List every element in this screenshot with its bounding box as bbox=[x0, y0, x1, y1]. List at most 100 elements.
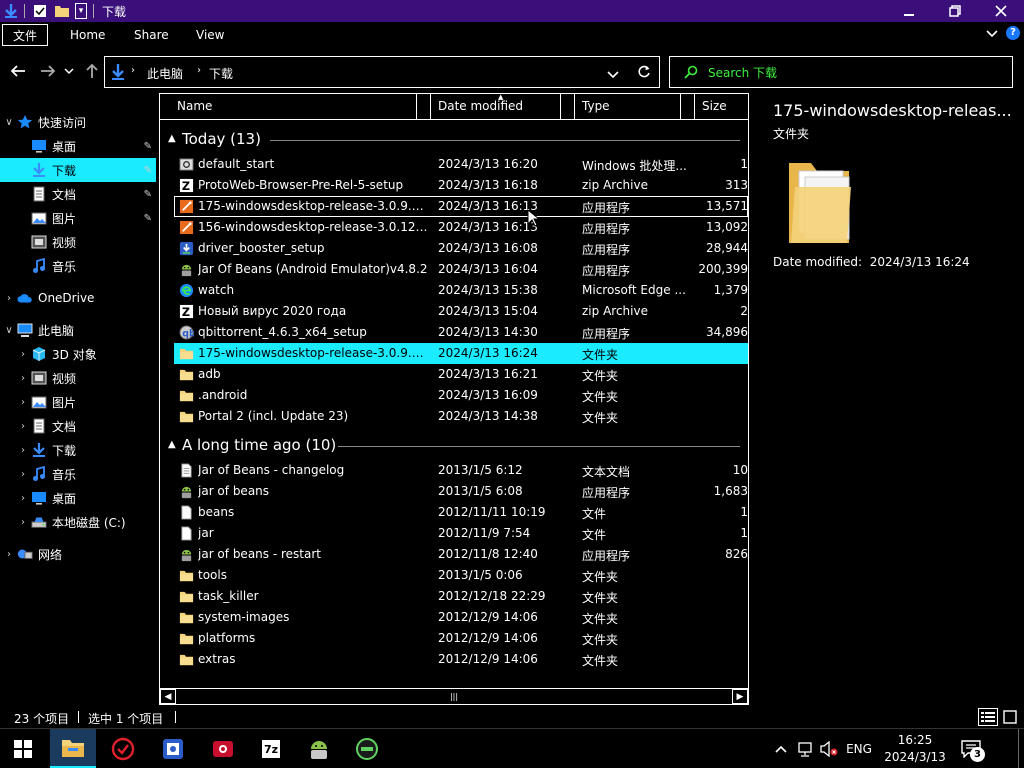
collapsed-chevron-icon[interactable]: › bbox=[16, 397, 30, 408]
file-row[interactable]: watch 2024/3/13 15:38 Microsoft Edge ... 1,… bbox=[174, 280, 748, 301]
show-hidden-icons-icon[interactable] bbox=[770, 729, 792, 768]
search-box[interactable] bbox=[669, 56, 1013, 88]
collapsed-chevron-icon[interactable]: › bbox=[16, 421, 30, 432]
tab-home[interactable]: Home bbox=[58, 24, 117, 46]
nav-quick-5[interactable]: 音乐 bbox=[0, 254, 156, 278]
nav-quick-0[interactable]: 桌面 ✎ bbox=[0, 134, 156, 158]
file-explorer-taskbar-icon[interactable] bbox=[50, 729, 96, 768]
expanded-chevron-icon[interactable]: ∨ bbox=[2, 325, 16, 336]
collapsed-chevron-icon[interactable]: › bbox=[16, 445, 30, 456]
collapsed-chevron-icon[interactable]: › bbox=[2, 293, 16, 304]
security-app-taskbar-icon[interactable] bbox=[100, 729, 146, 768]
nav-pc-0[interactable]: › 3D 对象 bbox=[0, 342, 156, 366]
maximize-button[interactable] bbox=[932, 0, 978, 22]
customize-toolbar-icon[interactable]: ▾ bbox=[75, 3, 87, 19]
group-collapse-icon[interactable]: ▲ bbox=[168, 133, 176, 144]
close-button[interactable] bbox=[978, 0, 1024, 22]
nav-pc-1[interactable]: › 视频 bbox=[0, 366, 156, 390]
7zip-taskbar-icon[interactable]: 7z bbox=[248, 729, 294, 768]
search-input[interactable] bbox=[708, 63, 988, 83]
new-folder-icon[interactable] bbox=[53, 2, 71, 20]
group-header[interactable]: ▲ Today (13) bbox=[160, 128, 748, 152]
nav-quick-2[interactable]: 文档 ✎ bbox=[0, 182, 156, 206]
collapsed-chevron-icon[interactable]: › bbox=[16, 349, 30, 360]
column-size[interactable]: Size bbox=[702, 99, 727, 113]
back-button[interactable] bbox=[8, 61, 28, 81]
scrollbar-thumb[interactable]: ||| bbox=[178, 691, 730, 702]
file-row[interactable]: system-images 2012/12/9 14:06 文件夹 bbox=[174, 607, 748, 628]
file-row[interactable]: jar 2012/11/9 7:54 文件 1 bbox=[174, 523, 748, 544]
nav-quick-access[interactable]: ∨ 快速访问 bbox=[0, 110, 156, 134]
tab-file[interactable]: 文件 bbox=[2, 24, 49, 46]
network-icon[interactable] bbox=[794, 729, 816, 768]
file-row[interactable]: driver_booster_setup 2024/3/13 16:08 应用程序 2… bbox=[174, 238, 748, 259]
show-desktop-button[interactable] bbox=[1018, 729, 1024, 768]
collapsed-chevron-icon[interactable]: › bbox=[16, 469, 30, 480]
nav-pc-7[interactable]: › 本地磁盘 (C:) bbox=[0, 510, 156, 534]
collapsed-chevron-icon[interactable]: › bbox=[16, 493, 30, 504]
nav-pc-4[interactable]: › 下载 bbox=[0, 438, 156, 462]
recent-locations-button[interactable] bbox=[62, 61, 76, 81]
file-row[interactable]: jar of beans - restart 2012/11/8 12:40 应用程… bbox=[174, 544, 748, 565]
horizontal-scrollbar[interactable]: ◀ ||| ▶ bbox=[160, 688, 748, 704]
file-row[interactable]: default_start 2024/3/13 16:20 Windows 批处理.… bbox=[174, 154, 748, 175]
column-type[interactable]: Type bbox=[582, 99, 610, 113]
minimize-button[interactable] bbox=[886, 0, 932, 22]
nav-onedrive[interactable]: › OneDrive bbox=[0, 286, 156, 310]
nav-pc-3[interactable]: › 文档 bbox=[0, 414, 156, 438]
nav-quick-1[interactable]: 下载 ✎ bbox=[0, 158, 156, 182]
address-bar[interactable]: › 此电脑 › 下载 bbox=[104, 56, 660, 88]
collapsed-chevron-icon[interactable]: › bbox=[16, 373, 30, 384]
file-row[interactable]: jar of beans 2013/1/5 6:08 应用程序 1,683 bbox=[174, 481, 748, 502]
ribbon-expand-icon[interactable] bbox=[986, 28, 998, 42]
file-row[interactable]: Z ProtoWeb-Browser-Pre-Rel-5-setup 2024/3/… bbox=[174, 175, 748, 196]
file-row[interactable]: 175-windowsdesktop-release-3.0.9.0... 202… bbox=[174, 196, 748, 217]
file-row[interactable]: tools 2013/1/5 0:06 文件夹 bbox=[174, 565, 748, 586]
group-collapse-icon[interactable]: ▲ bbox=[168, 439, 176, 450]
nav-this-pc[interactable]: ∨ 此电脑 bbox=[0, 318, 156, 342]
file-row[interactable]: Portal 2 (incl. Update 23) 2024/3/13 14:3… bbox=[174, 406, 748, 427]
file-row[interactable]: adb 2024/3/13 16:21 文件夹 bbox=[174, 364, 748, 385]
large-icons-view-icon[interactable] bbox=[1000, 708, 1020, 726]
column-date-modified[interactable]: Date modified bbox=[438, 99, 523, 113]
breadcrumb-this-pc[interactable]: 此电脑 bbox=[147, 65, 183, 82]
screen-recorder-taskbar-icon[interactable] bbox=[200, 729, 246, 768]
collapsed-chevron-icon[interactable]: › bbox=[16, 517, 30, 528]
nav-pc-2[interactable]: › 图片 bbox=[0, 390, 156, 414]
file-row[interactable]: task_killer 2012/12/18 22:29 文件夹 bbox=[174, 586, 748, 607]
expanded-chevron-icon[interactable]: ∨ bbox=[2, 117, 16, 128]
group-header[interactable]: ▲ A long time ago (10) bbox=[160, 434, 748, 458]
graphics-software-taskbar-icon[interactable] bbox=[344, 729, 390, 768]
tab-share[interactable]: Share bbox=[122, 24, 181, 46]
refresh-icon[interactable] bbox=[637, 65, 651, 82]
help-icon[interactable]: ? bbox=[1006, 26, 1020, 40]
file-row[interactable]: Jar Of Beans (Android Emulator)v4.8.2 202… bbox=[174, 259, 748, 280]
file-row[interactable]: 156-windowsdesktop-release-3.0.12.... 202… bbox=[174, 217, 748, 238]
up-button[interactable] bbox=[82, 61, 102, 81]
file-row[interactable]: 175-windowsdesktop-release-3.0.9.0... 202… bbox=[174, 343, 748, 364]
collapsed-chevron-icon[interactable]: › bbox=[2, 549, 16, 560]
file-row[interactable]: beans 2012/11/11 10:19 文件 1 bbox=[174, 502, 748, 523]
file-row[interactable]: Jar of Beans - changelog 2013/1/5 6:12 文本文… bbox=[174, 460, 748, 481]
volume-muted-icon[interactable] bbox=[818, 729, 840, 768]
file-row[interactable]: Z Новый вирус 2020 года 2024/3/13 15:04 zip… bbox=[174, 301, 748, 322]
nav-quick-3[interactable]: 图片 ✎ bbox=[0, 206, 156, 230]
system-clock[interactable]: 16:25 2024/3/13 bbox=[880, 732, 950, 766]
download-folder-icon[interactable] bbox=[2, 2, 20, 20]
details-view-icon[interactable] bbox=[978, 708, 998, 726]
forward-button[interactable] bbox=[38, 61, 58, 81]
file-row[interactable]: qb qbittorrent_4.6.3_x64_setup 2024/3/13 1… bbox=[174, 322, 748, 343]
file-row[interactable]: platforms 2012/12/9 14:06 文件夹 bbox=[174, 628, 748, 649]
nav-network[interactable]: › 网络 bbox=[0, 542, 156, 566]
nav-pc-5[interactable]: › 音乐 bbox=[0, 462, 156, 486]
tab-view[interactable]: View bbox=[184, 24, 236, 46]
column-name[interactable]: Name bbox=[177, 99, 212, 113]
breadcrumb-downloads[interactable]: 下载 bbox=[209, 65, 233, 82]
scroll-left-icon[interactable]: ◀ bbox=[160, 689, 176, 704]
scroll-right-icon[interactable]: ▶ bbox=[732, 689, 748, 704]
properties-icon[interactable] bbox=[31, 2, 49, 20]
file-row[interactable]: .android 2024/3/13 16:09 文件夹 bbox=[174, 385, 748, 406]
file-row[interactable]: extras 2012/12/9 14:06 文件夹 bbox=[174, 649, 748, 670]
nav-pc-6[interactable]: › 桌面 bbox=[0, 486, 156, 510]
input-language[interactable]: ENG bbox=[842, 729, 876, 768]
